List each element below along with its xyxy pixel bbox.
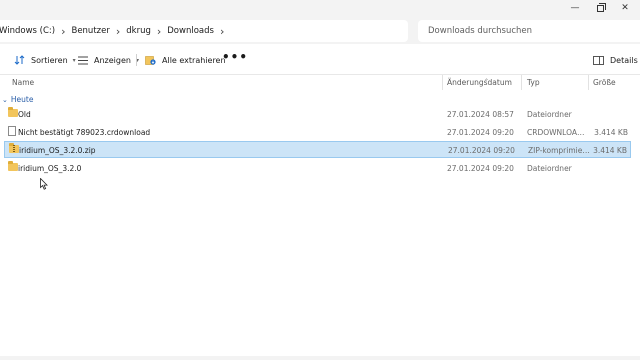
extract-icon: [145, 55, 156, 65]
file-size: 3.414 KB: [594, 128, 628, 137]
file-row[interactable]: iridium_OS_3.2.0 27.01.2024 09:20 Dateio…: [4, 160, 631, 177]
file-row-selected[interactable]: iridium_OS_3.2.0.zip 27.01.2024 09:20 ZI…: [4, 141, 631, 158]
chevron-right-icon[interactable]: ›: [219, 26, 225, 37]
search-input[interactable]: Downloads durchsuchen: [418, 20, 640, 42]
chevron-down-icon: ▾: [72, 56, 76, 64]
minimize-icon: —: [570, 3, 580, 13]
column-divider[interactable]: [521, 75, 522, 90]
breadcrumb-item-users[interactable]: Benutzer: [66, 26, 114, 36]
file-type: ZIP-komprimierter...: [528, 146, 590, 155]
column-header-type[interactable]: Typ: [527, 78, 540, 87]
address-row: Windows (C:) › Benutzer › dkrug › Downlo…: [0, 18, 640, 44]
minimize-button[interactable]: —: [562, 1, 588, 15]
extract-all-label: Alle extrahieren: [162, 55, 226, 65]
chevron-down-icon[interactable]: ⌄: [2, 96, 8, 104]
file-date: 27.01.2024 08:57: [447, 110, 514, 119]
toolbar-divider: [136, 54, 137, 66]
title-bar: — ✕: [0, 0, 640, 18]
close-button[interactable]: ✕: [612, 1, 638, 15]
breadcrumb-item-downloads[interactable]: Downloads: [162, 26, 219, 36]
view-button[interactable]: Anzeigen ▾: [78, 52, 139, 68]
column-divider[interactable]: [442, 75, 443, 90]
status-strip: [0, 356, 640, 360]
file-date: 27.01.2024 09:20: [448, 146, 515, 155]
details-pane-icon: [593, 55, 604, 65]
details-label: Details: [610, 55, 638, 65]
restore-icon: [596, 2, 606, 12]
breadcrumb[interactable]: Windows (C:) › Benutzer › dkrug › Downlo…: [0, 20, 408, 42]
file-row[interactable]: Old 27.01.2024 08:57 Dateiordner: [4, 106, 631, 123]
column-header-name[interactable]: Name: [12, 78, 34, 87]
view-label: Anzeigen: [94, 55, 131, 65]
sort-label: Sortieren: [31, 55, 68, 65]
folder-icon: [8, 107, 18, 117]
sort-icon: [14, 55, 25, 65]
breadcrumb-item-user[interactable]: dkrug: [121, 26, 156, 36]
breadcrumb-item-drive[interactable]: Windows (C:): [0, 26, 60, 36]
restore-button[interactable]: [587, 1, 613, 15]
sort-button[interactable]: Sortieren ▾: [14, 52, 76, 68]
file-row[interactable]: Nicht bestätigt 789023.crdownload 27.01.…: [4, 124, 631, 141]
file-date: 27.01.2024 09:20: [447, 164, 514, 173]
column-header-size[interactable]: Größe: [593, 78, 616, 87]
details-pane-button[interactable]: Details: [593, 52, 638, 68]
file-size: 3.414 KB: [593, 146, 627, 155]
column-divider[interactable]: [588, 75, 589, 90]
view-lines-icon: [78, 56, 88, 65]
file-name: iridium_OS_3.2.0.zip: [19, 146, 96, 155]
file-date: 27.01.2024 09:20: [447, 128, 514, 137]
more-options-button[interactable]: •••: [222, 49, 248, 65]
group-label: Heute: [10, 95, 34, 104]
zip-folder-icon: [9, 143, 19, 153]
file-name: Nicht bestätigt 789023.crdownload: [18, 128, 151, 137]
group-header-today[interactable]: ⌄ Heute: [0, 93, 33, 106]
file-type: CRDOWNLOAD-D...: [527, 128, 589, 137]
column-header-date[interactable]: Änderungsdatum: [447, 78, 512, 87]
search-placeholder: Downloads durchsuchen: [428, 26, 533, 36]
file-type: Dateiordner: [527, 110, 572, 119]
folder-icon: [8, 161, 18, 171]
file-name: Old: [18, 110, 31, 119]
document-icon: [8, 126, 16, 136]
column-header-row: Name ⌃ Änderungsdatum Typ Größe: [0, 75, 640, 90]
file-name: iridium_OS_3.2.0: [18, 164, 82, 173]
more-icon: •••: [222, 50, 249, 64]
close-icon: ✕: [621, 3, 629, 13]
extract-all-button[interactable]: Alle extrahieren: [145, 52, 226, 68]
file-type: Dateiordner: [527, 164, 572, 173]
command-bar: Sortieren ▾ Anzeigen ▾ Alle extrahieren …: [0, 44, 640, 75]
